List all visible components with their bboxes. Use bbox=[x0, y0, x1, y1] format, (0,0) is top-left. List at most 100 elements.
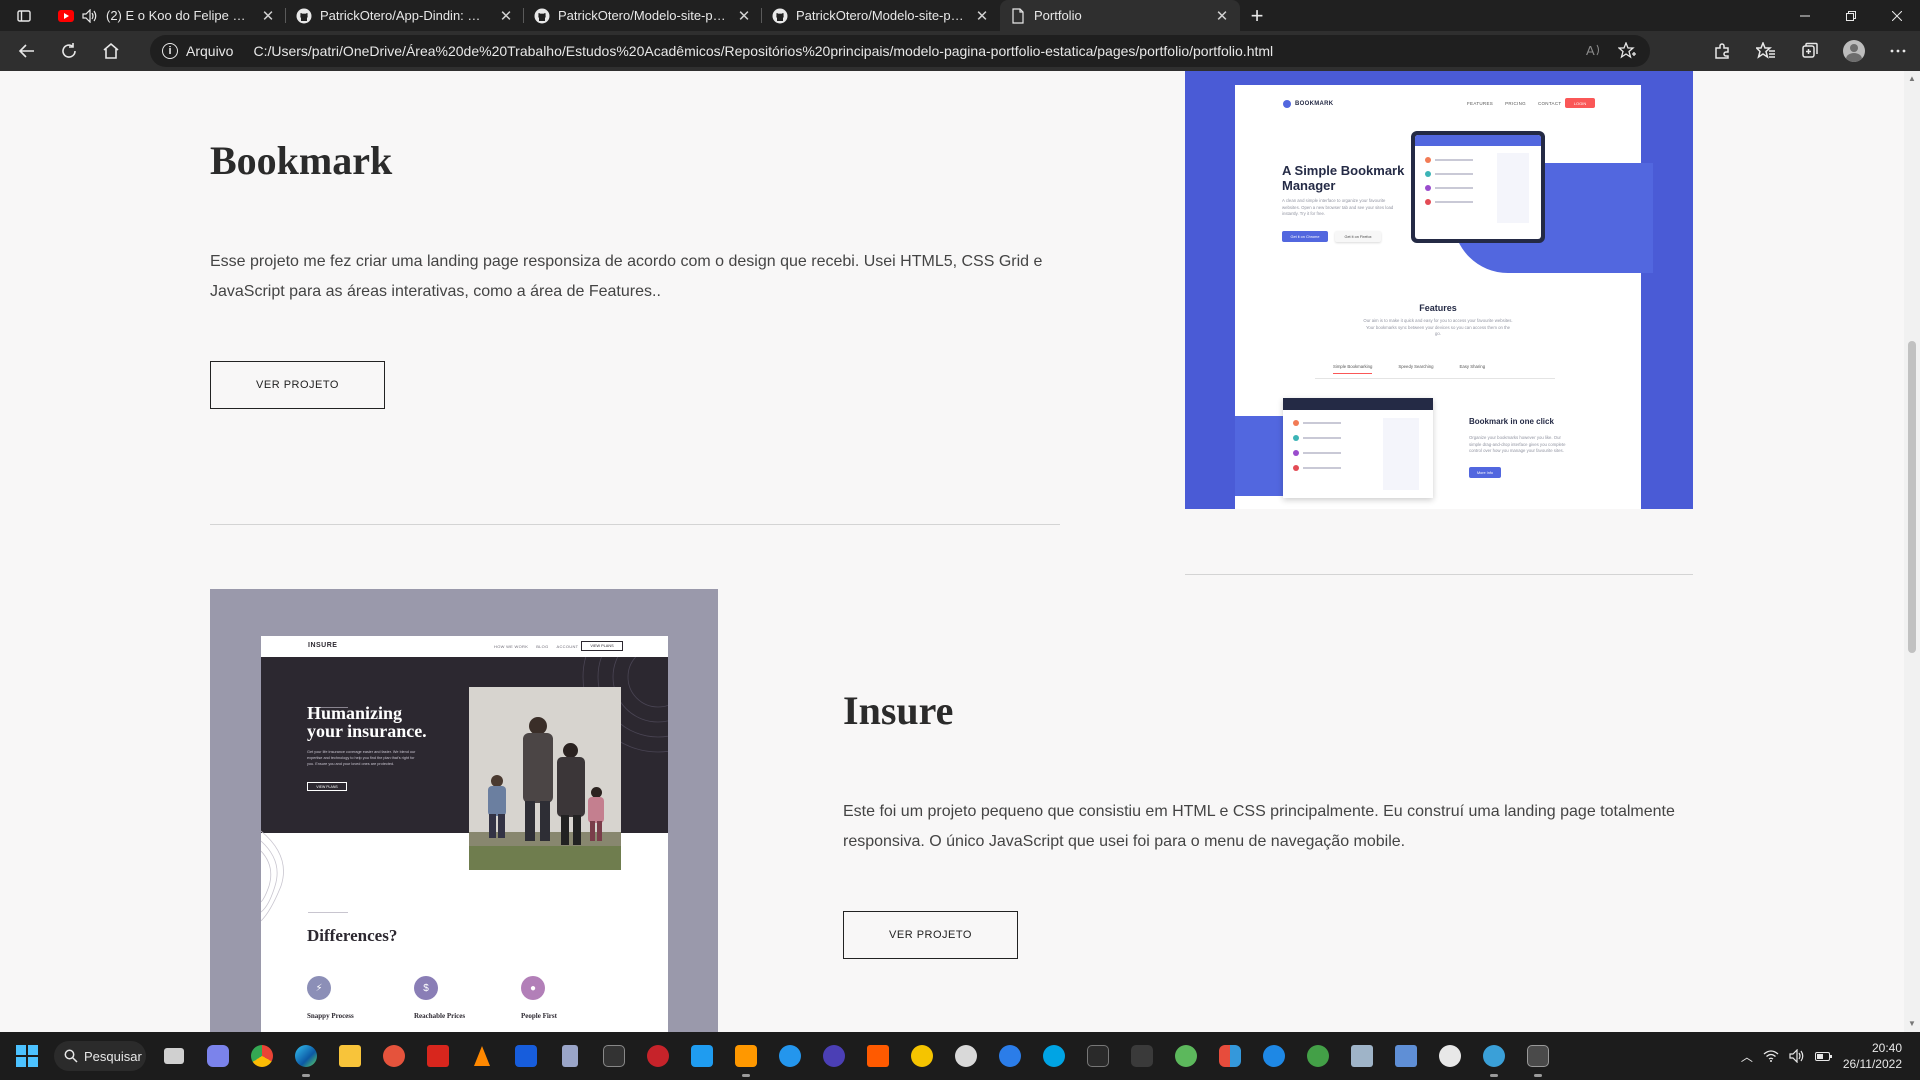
notepad-icon[interactable] bbox=[548, 1032, 592, 1080]
app-green-icon[interactable] bbox=[1164, 1032, 1208, 1080]
page-scrollbar[interactable]: ▲ ▼ bbox=[1904, 71, 1920, 1032]
minimize-icon bbox=[1800, 15, 1810, 16]
bookmark-nav-item: FEATURES bbox=[1467, 101, 1494, 106]
vlc-icon[interactable] bbox=[460, 1032, 504, 1080]
search-label: Pesquisar bbox=[84, 1048, 142, 1064]
edge-icon[interactable] bbox=[284, 1032, 328, 1080]
divider bbox=[1185, 574, 1693, 575]
app-blue2-icon[interactable] bbox=[1252, 1032, 1296, 1080]
tab-github-app-dindin[interactable]: PatrickOtero/App-Dindin: Web-app ✕ bbox=[286, 0, 524, 31]
bookmark-feature-tab: Simple Bookmarking bbox=[1333, 364, 1373, 374]
reload-button[interactable] bbox=[48, 31, 90, 71]
acrobat-icon[interactable] bbox=[416, 1032, 460, 1080]
bookmark-firefox-button: Get it on Firefox bbox=[1335, 231, 1381, 242]
insure-project-preview[interactable]: INSURE HOW WE WORK BLOG ACCOUNT VIEW PLA… bbox=[210, 589, 718, 1032]
app-terminal2-icon[interactable] bbox=[1516, 1032, 1560, 1080]
speaker-icon[interactable] bbox=[82, 8, 98, 24]
system-clock[interactable]: 20:40 26/11/2022 bbox=[1843, 1040, 1902, 1072]
chrome-icon[interactable] bbox=[240, 1032, 284, 1080]
app-split-icon[interactable] bbox=[1208, 1032, 1252, 1080]
scrollbar-thumb[interactable] bbox=[1908, 341, 1916, 653]
snappy-process-icon: ⚡ bbox=[307, 976, 331, 1000]
url-text[interactable]: C:/Users/patri/OneDrive/Área%20de%20Trab… bbox=[253, 43, 1586, 59]
close-tab-icon[interactable]: ✕ bbox=[736, 8, 752, 25]
sublime-icon[interactable] bbox=[724, 1032, 768, 1080]
terminal-icon[interactable] bbox=[592, 1032, 636, 1080]
insure-feature-title: Reachable Prices bbox=[414, 1012, 466, 1020]
back-button[interactable] bbox=[6, 31, 48, 71]
tab-github-modelo-site-2[interactable]: PatrickOtero/Modelo-site-portfolio ✕ bbox=[762, 0, 1000, 31]
vscode-icon[interactable] bbox=[680, 1032, 724, 1080]
profile-button[interactable] bbox=[1832, 31, 1876, 71]
bookmark-nav-item: PRICING bbox=[1505, 101, 1526, 106]
home-icon bbox=[103, 42, 119, 59]
puzzle-icon bbox=[1715, 43, 1729, 59]
app-chart-icon[interactable] bbox=[1340, 1032, 1384, 1080]
read-aloud-icon[interactable]: A bbox=[1586, 42, 1604, 58]
scroll-down-arrow-icon[interactable]: ▼ bbox=[1908, 1020, 1916, 1028]
app-cube-icon[interactable] bbox=[1384, 1032, 1428, 1080]
close-tab-icon[interactable]: ✕ bbox=[1214, 8, 1230, 25]
settings-menu-button[interactable] bbox=[1876, 31, 1920, 71]
task-view-icon[interactable] bbox=[152, 1032, 196, 1080]
app-green2-icon[interactable] bbox=[1296, 1032, 1340, 1080]
tab-github-modelo-site-1[interactable]: PatrickOtero/Modelo-site-portfolio ✕ bbox=[524, 0, 762, 31]
app-globe-icon[interactable] bbox=[1472, 1032, 1516, 1080]
git-client-icon[interactable] bbox=[372, 1032, 416, 1080]
close-tab-icon[interactable]: ✕ bbox=[260, 8, 276, 25]
teams-icon[interactable] bbox=[196, 1032, 240, 1080]
app-cyan-icon[interactable] bbox=[1032, 1032, 1076, 1080]
tab-title: (2) E o Koo do Felipe Neto? bbox=[106, 8, 254, 23]
tab-title: PatrickOtero/Modelo-site-portfolio bbox=[796, 8, 968, 23]
bookmark-logo-text: BOOKMARK bbox=[1295, 101, 1334, 107]
minimize-button[interactable] bbox=[1782, 0, 1828, 31]
tab-youtube[interactable]: (2) E o Koo do Felipe Neto? ✕ bbox=[48, 0, 286, 31]
scroll-up-arrow-icon[interactable]: ▲ bbox=[1908, 75, 1916, 83]
insure-preview-page: INSURE HOW WE WORK BLOG ACCOUNT VIEW PLA… bbox=[261, 636, 668, 1032]
home-button[interactable] bbox=[90, 31, 132, 71]
battery-icon[interactable] bbox=[1814, 1050, 1833, 1062]
favorites-button[interactable] bbox=[1744, 31, 1788, 71]
close-tab-icon[interactable]: ✕ bbox=[974, 8, 990, 25]
eclipse-icon[interactable] bbox=[812, 1032, 856, 1080]
app-blue-icon[interactable] bbox=[988, 1032, 1032, 1080]
info-icon[interactable]: i bbox=[162, 43, 178, 59]
volume-icon[interactable] bbox=[1789, 1049, 1805, 1063]
close-tab-icon[interactable]: ✕ bbox=[498, 8, 514, 25]
restore-icon bbox=[1846, 10, 1856, 21]
app-orange-icon[interactable] bbox=[856, 1032, 900, 1080]
view-project-button[interactable]: VER PROJETO bbox=[210, 361, 385, 409]
clock-date: 26/11/2022 bbox=[1842, 1057, 1902, 1071]
view-project-button[interactable]: VER PROJETO bbox=[843, 911, 1018, 959]
bookmark-nav-item: CONTACT bbox=[1537, 101, 1562, 106]
tray-chevron-icon[interactable]: ︿ bbox=[1741, 1048, 1753, 1065]
collections-button[interactable] bbox=[1788, 31, 1832, 71]
windows-taskbar: Pesquisar ︿ 20:40 26/11/2022 bbox=[0, 1032, 1920, 1080]
restore-button[interactable] bbox=[1828, 0, 1874, 31]
address-bar[interactable]: i Arquivo C:/Users/patri/OneDrive/Área%2… bbox=[150, 35, 1650, 67]
tab-portfolio[interactable]: Portfolio ✕ bbox=[1000, 0, 1240, 31]
magnifier-app-icon[interactable] bbox=[944, 1032, 988, 1080]
bitwarden-icon[interactable] bbox=[504, 1032, 548, 1080]
app-mmm-icon[interactable] bbox=[1076, 1032, 1120, 1080]
file-explorer-icon[interactable] bbox=[328, 1032, 372, 1080]
add-favorite-icon[interactable] bbox=[1618, 42, 1636, 60]
insure-differences-title: Differences? bbox=[307, 926, 398, 945]
app-github-desktop-icon[interactable] bbox=[1428, 1032, 1472, 1080]
taskbar-search[interactable]: Pesquisar bbox=[54, 1041, 146, 1071]
bookmark-hero-tablet bbox=[1411, 131, 1545, 243]
bookmark-project-preview[interactable]: BOOKMARK FEATURES PRICING CONTACT LOGIN … bbox=[1185, 71, 1693, 509]
bookmark-features-title: Features bbox=[1419, 303, 1457, 313]
docker-icon[interactable] bbox=[768, 1032, 812, 1080]
app-iv-icon[interactable] bbox=[1120, 1032, 1164, 1080]
close-window-button[interactable] bbox=[1874, 0, 1920, 31]
start-button[interactable] bbox=[0, 1032, 54, 1080]
new-tab-button[interactable]: + bbox=[1240, 0, 1274, 31]
devcpp-icon[interactable] bbox=[636, 1032, 680, 1080]
app-yellow-icon[interactable] bbox=[900, 1032, 944, 1080]
tab-title: PatrickOtero/Modelo-site-portfolio bbox=[558, 8, 730, 23]
wifi-icon[interactable] bbox=[1763, 1049, 1779, 1063]
toolbar: i Arquivo C:/Users/patri/OneDrive/Área%2… bbox=[0, 31, 1920, 71]
extensions-button[interactable] bbox=[1700, 31, 1744, 71]
tab-actions-button[interactable] bbox=[0, 0, 48, 31]
